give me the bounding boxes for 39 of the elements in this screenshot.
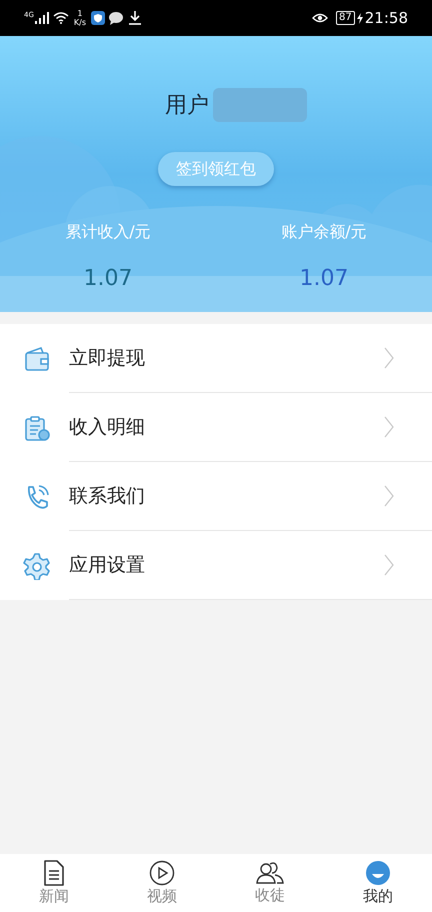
tab[interactable]: 收徒	[216, 854, 324, 912]
clock: 21:58	[364, 8, 408, 29]
menu-label: 联系我们	[69, 484, 146, 509]
stat-label: 账户余额/元	[281, 221, 367, 243]
wallet-icon	[23, 344, 51, 372]
chat-bubble-icon	[109, 12, 123, 24]
settings-icon	[23, 552, 51, 580]
clipboard-icon	[23, 414, 51, 442]
menu-label: 收入明细	[69, 414, 146, 440]
menu-item[interactable]: 联系我们	[0, 462, 432, 531]
chevron-right-icon	[384, 554, 394, 576]
document-icon	[42, 860, 66, 886]
menu-label: 应用设置	[69, 552, 146, 578]
stat-value: 1.07	[300, 265, 348, 293]
download-icon	[129, 11, 141, 25]
speed-value: 1	[77, 9, 82, 18]
menu-item[interactable]: 应用设置	[0, 531, 432, 600]
play-icon	[149, 860, 175, 886]
charging-icon	[356, 12, 363, 24]
chevron-right-icon	[384, 485, 394, 507]
user-label: 用户	[165, 92, 209, 120]
signal-icon	[34, 12, 49, 24]
people-icon	[256, 861, 284, 885]
tab[interactable]: 视频	[108, 854, 216, 912]
chevron-right-icon	[384, 416, 394, 438]
eye-icon	[312, 12, 328, 24]
shield-icon	[91, 11, 105, 25]
profile-icon	[365, 860, 391, 886]
stat-label: 累计收入/元	[65, 221, 151, 243]
stat-value: 1.07	[84, 265, 132, 293]
menu-label: 立即提现	[69, 346, 146, 371]
chevron-right-icon	[384, 347, 394, 369]
menu-item[interactable]: 立即提现	[0, 324, 432, 393]
tab[interactable]: 新闻	[0, 854, 108, 912]
battery-indicator: 87	[336, 11, 355, 25]
wifi-icon	[52, 12, 69, 24]
tab[interactable]: 我的	[324, 854, 432, 912]
menu-item[interactable]: 收入明细	[0, 393, 432, 462]
speed-unit: K/s	[74, 18, 86, 27]
